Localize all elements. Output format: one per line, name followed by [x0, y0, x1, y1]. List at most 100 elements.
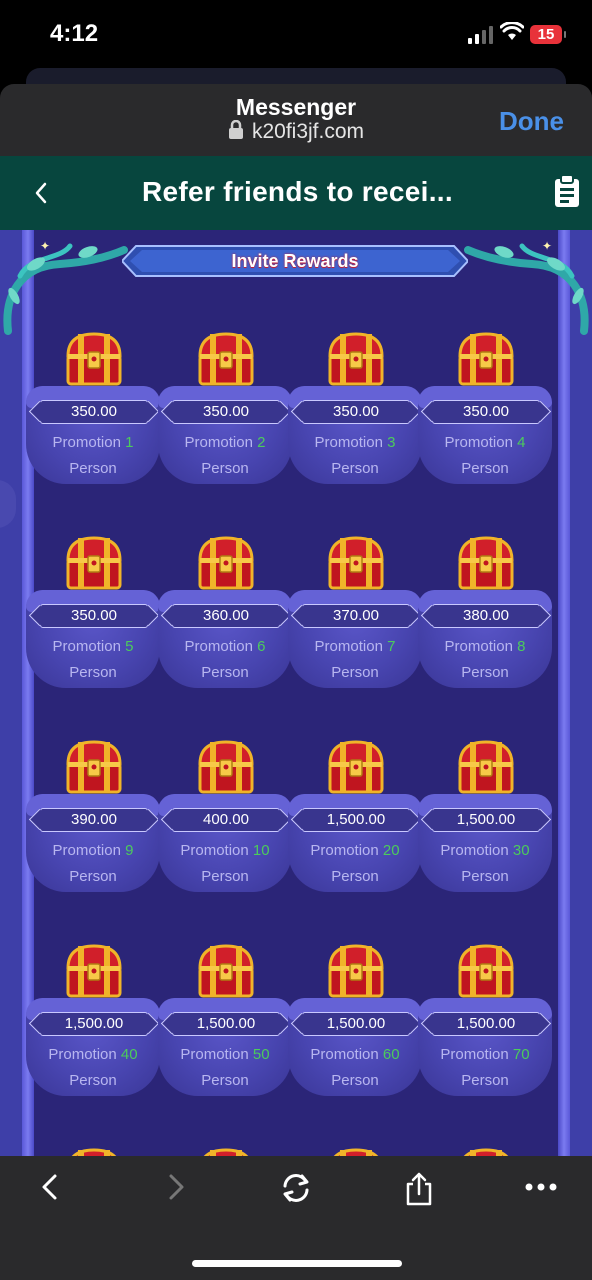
right-edge — [570, 230, 592, 1156]
app-title-bar: Refer friends to recei... — [0, 156, 592, 230]
treasure-chest-icon — [454, 1144, 518, 1156]
treasure-chest-icon — [62, 328, 126, 392]
reward-amount: 370.00 — [302, 604, 410, 628]
reward-requirement: Promotion 70 — [440, 1046, 530, 1063]
reward-unit: Person — [331, 460, 379, 477]
reward-card[interactable]: 400.00 Promotion 10 Person — [158, 736, 292, 906]
treasure-chest-icon — [454, 328, 518, 392]
reward-card[interactable]: 1,500.00 Promotion 30 Person — [418, 736, 552, 906]
left-edge — [0, 230, 22, 1156]
reward-card[interactable]: 1,500.00 Promotion 40 Person — [26, 940, 160, 1110]
invite-count: 70 — [512, 1046, 530, 1063]
reward-unit: Person — [331, 1072, 379, 1089]
chevron-left-icon[interactable] — [30, 178, 52, 208]
reward-requirement: Promotion 60 — [310, 1046, 400, 1063]
reward-requirement: Promotion 40 — [48, 1046, 138, 1063]
treasure-chest-icon — [324, 532, 388, 596]
more-options-icon[interactable] — [524, 1182, 558, 1192]
treasure-chest-icon — [194, 532, 258, 596]
invite-count: 5 — [125, 638, 134, 655]
invite-count: 2 — [257, 434, 266, 451]
invite-count: 7 — [387, 638, 396, 655]
reward-requirement: Promotion 10 — [180, 842, 270, 859]
invite-count: 20 — [382, 842, 400, 859]
home-indicator — [192, 1260, 402, 1267]
reward-requirement: Promotion 30 — [440, 842, 530, 859]
invite-count: 50 — [252, 1046, 270, 1063]
treasure-chest-icon — [62, 532, 126, 596]
treasure-chest-icon — [194, 736, 258, 800]
banner-title: Invite Rewards — [231, 251, 359, 271]
forward-icon[interactable] — [164, 1172, 188, 1202]
reward-unit: Person — [461, 664, 509, 681]
right-frame — [558, 230, 570, 1156]
reward-requirement: Promotion 7 — [314, 638, 396, 655]
reward-requirement: Promotion 9 — [52, 842, 134, 859]
reward-card[interactable]: 350.00 Promotion 1 Person — [26, 328, 160, 498]
url-text: k20fi3jf.com — [251, 120, 365, 143]
reward-amount: 400.00 — [172, 808, 280, 832]
invite-count: 8 — [517, 638, 526, 655]
reward-requirement: Promotion 1 — [52, 434, 134, 451]
reload-icon[interactable] — [280, 1172, 312, 1204]
treasure-chest-icon — [324, 328, 388, 392]
reward-card[interactable] — [418, 1144, 552, 1156]
reward-card[interactable]: 350.00 Promotion 2 Person — [158, 328, 292, 498]
share-icon[interactable] — [404, 1172, 434, 1206]
reward-unit: Person — [201, 460, 249, 477]
reward-requirement: Promotion 6 — [184, 638, 266, 655]
reward-amount: 350.00 — [172, 400, 280, 424]
reward-unit: Person — [69, 664, 117, 681]
invite-count: 9 — [125, 842, 134, 859]
reward-amount: 380.00 — [432, 604, 540, 628]
reward-card[interactable]: 350.00 Promotion 3 Person — [288, 328, 422, 498]
clipboard-icon[interactable] — [553, 174, 581, 208]
reward-requirement: Promotion 3 — [314, 434, 396, 451]
reward-amount: 1,500.00 — [302, 808, 410, 832]
wifi-icon — [500, 22, 524, 40]
reward-card[interactable]: 370.00 Promotion 7 Person — [288, 532, 422, 702]
treasure-chest-icon — [454, 736, 518, 800]
reward-requirement: Promotion 20 — [310, 842, 400, 859]
invite-count: 30 — [512, 842, 530, 859]
reward-unit: Person — [69, 868, 117, 885]
reward-requirement: Promotion 5 — [52, 638, 134, 655]
done-button[interactable]: Done — [499, 106, 564, 137]
treasure-chest-icon — [324, 1144, 388, 1156]
reward-card[interactable]: 1,500.00 Promotion 20 Person — [288, 736, 422, 906]
rewards-panel: ✦ ✦ Invite Rewards 350.00 Promotion 1 Pers… — [0, 230, 592, 1156]
reward-amount: 1,500.00 — [432, 1012, 540, 1036]
reward-unit: Person — [69, 1072, 117, 1089]
invite-count: 4 — [517, 434, 526, 451]
reward-requirement: Promotion 8 — [444, 638, 526, 655]
reward-card[interactable]: 1,500.00 Promotion 50 Person — [158, 940, 292, 1110]
reward-card[interactable]: 390.00 Promotion 9 Person — [26, 736, 160, 906]
reward-amount: 350.00 — [40, 604, 148, 628]
reward-card[interactable]: 350.00 Promotion 4 Person — [418, 328, 552, 498]
reward-unit: Person — [461, 460, 509, 477]
invite-count: 40 — [120, 1046, 138, 1063]
reward-unit: Person — [461, 868, 509, 885]
reward-amount: 1,500.00 — [302, 1012, 410, 1036]
treasure-chest-icon — [62, 1144, 126, 1156]
reward-amount: 1,500.00 — [432, 808, 540, 832]
right-vine-decoration: ✦ — [464, 239, 589, 335]
treasure-chest-icon — [324, 736, 388, 800]
reward-unit: Person — [201, 664, 249, 681]
reward-card[interactable]: 350.00 Promotion 5 Person — [26, 532, 160, 702]
reward-card[interactable]: 380.00 Promotion 8 Person — [418, 532, 552, 702]
reward-amount: 390.00 — [40, 808, 148, 832]
reward-card[interactable]: 360.00 Promotion 6 Person — [158, 532, 292, 702]
reward-unit: Person — [69, 460, 117, 477]
browser-header: Messenger k20fi3jf.com Done — [0, 84, 592, 156]
reward-unit: Person — [201, 1072, 249, 1089]
reward-unit: Person — [201, 868, 249, 885]
reward-card[interactable]: 1,500.00 Promotion 70 Person — [418, 940, 552, 1110]
reward-card[interactable] — [158, 1144, 292, 1156]
reward-card[interactable] — [26, 1144, 160, 1156]
reward-requirement: Promotion 2 — [184, 434, 266, 451]
back-icon[interactable] — [38, 1172, 62, 1202]
reward-card[interactable] — [288, 1144, 422, 1156]
reward-amount: 360.00 — [172, 604, 280, 628]
reward-card[interactable]: 1,500.00 Promotion 60 Person — [288, 940, 422, 1110]
